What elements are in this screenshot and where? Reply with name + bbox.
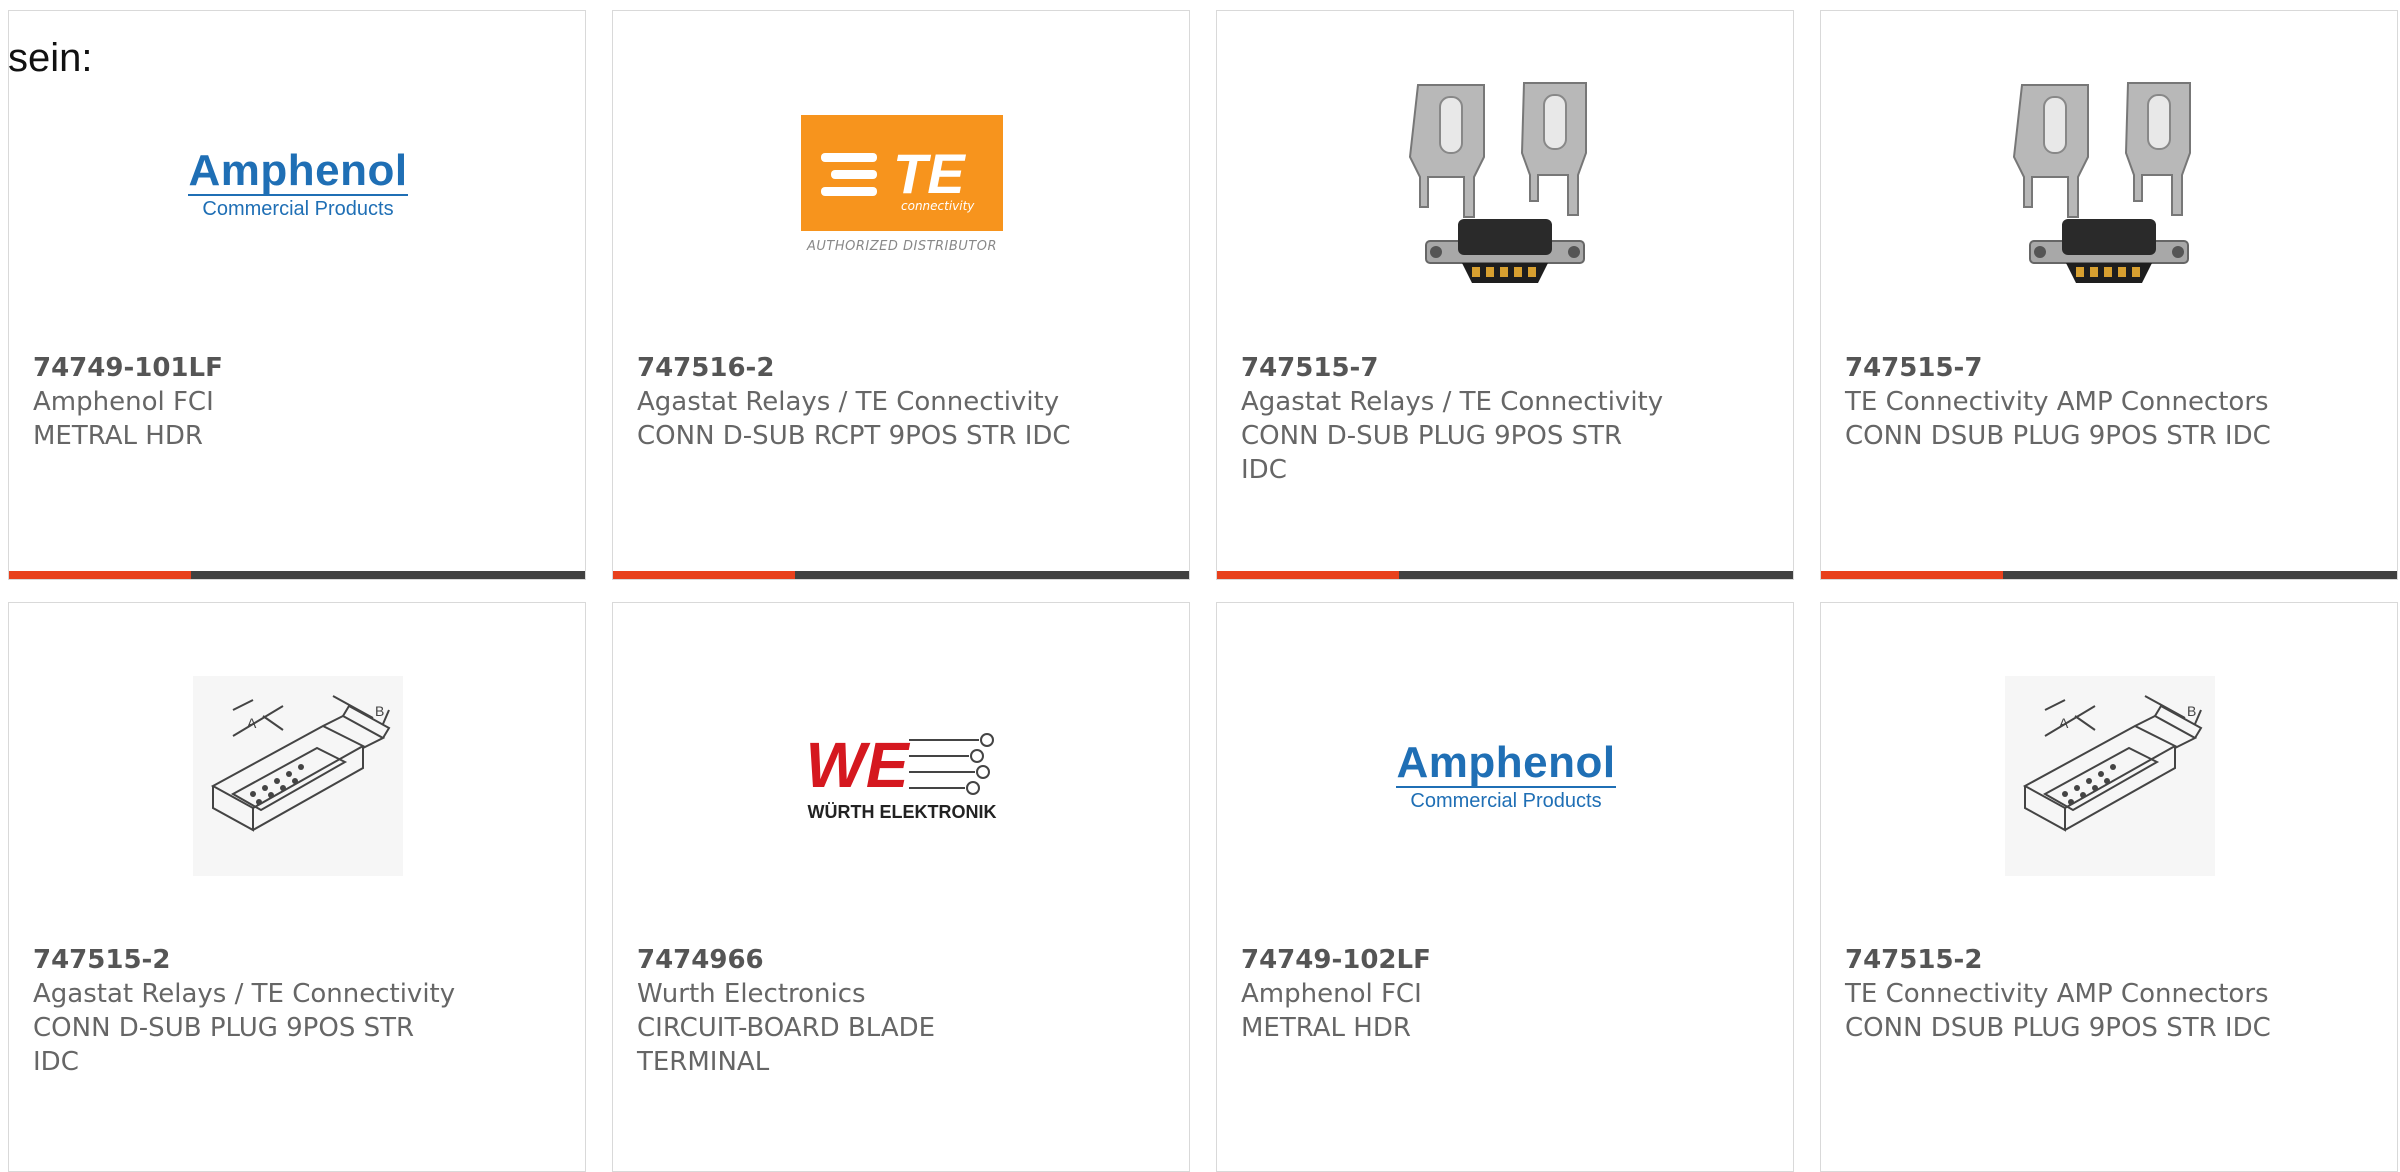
circuit-lines-icon	[908, 732, 994, 795]
product-image[interactable]: Amphenol Commercial Products	[188, 79, 408, 289]
manufacturer: Agastat Relays / TE Connectivity	[637, 387, 1060, 417]
part-number[interactable]: 747515-7	[1845, 351, 2285, 385]
product-card[interactable]: Amphenol Commercial Products 74749-101LF…	[8, 10, 586, 580]
description: CONN D-SUB RCPT 9POS STR IDC	[637, 421, 1071, 451]
description: CIRCUIT-BOARD BLADE TERMINAL	[637, 1013, 936, 1077]
manufacturer: Agastat Relays / TE Connectivity	[1241, 387, 1664, 417]
description: CONN DSUB PLUG 9POS STR IDC	[1845, 421, 2271, 451]
manufacturer: TE Connectivity AMP Connectors	[1845, 387, 2269, 417]
card-bar	[1821, 571, 2397, 579]
part-number[interactable]: 747516-2	[637, 351, 1077, 385]
product-card[interactable]: WE WÜRTH ELEKTRONIK 7474966 Wurth Electr…	[612, 602, 1190, 1172]
description: METRAL HDR	[33, 421, 203, 451]
product-card[interactable]: TE connectivity AUTHORIZED DISTRIBUTOR 7…	[612, 10, 1190, 580]
product-image[interactable]: WE WÜRTH ELEKTRONIK	[797, 671, 1007, 881]
logo-name: Amphenol	[188, 146, 408, 195]
description: CONN D-SUB PLUG 9POS STR IDC	[1241, 421, 1623, 485]
part-number[interactable]: 747515-2	[1845, 943, 2285, 977]
card-bar	[1217, 571, 1793, 579]
card-bar	[613, 571, 1189, 579]
part-number[interactable]: 74749-101LF	[33, 351, 473, 385]
dsub-drawing: A B	[2005, 676, 2215, 876]
product-card[interactable]: 747515-7 TE Connectivity AMP Connectors …	[1820, 10, 2398, 580]
dsub-drawing: A B	[193, 676, 403, 876]
part-number[interactable]: 747515-2	[33, 943, 473, 977]
svg-text:B: B	[2187, 703, 2196, 719]
manufacturer: Amphenol FCI	[33, 387, 214, 417]
logo-subtitle: Commercial Products	[1396, 786, 1616, 812]
svg-text:A: A	[2059, 715, 2069, 731]
product-image[interactable]	[1401, 79, 1611, 289]
product-card[interactable]: Amphenol Commercial Products 74749-102LF…	[1216, 602, 1794, 1172]
product-image[interactable]: Amphenol Commercial Products	[1396, 671, 1616, 881]
amphenol-logo: Amphenol Commercial Products	[1396, 738, 1616, 812]
product-image[interactable]	[2005, 79, 2215, 289]
product-image[interactable]: A B	[193, 671, 403, 881]
part-number[interactable]: 7474966	[637, 943, 1077, 977]
svg-text:B: B	[375, 703, 384, 719]
manufacturer: Wurth Electronics	[637, 979, 866, 1009]
dsub-connector-photo	[1408, 82, 1587, 283]
product-image[interactable]: TE connectivity AUTHORIZED DISTRIBUTOR	[797, 79, 1007, 289]
te-logo: TE connectivity AUTHORIZED DISTRIBUTOR	[801, 114, 1003, 254]
logo-name: TE	[893, 141, 965, 205]
description: CONN D-SUB PLUG 9POS STR IDC	[33, 1013, 415, 1077]
product-card[interactable]: A B 747515-2 Agastat Relays / TE Connect…	[8, 602, 586, 1172]
product-grid: Amphenol Commercial Products 74749-101LF…	[8, 10, 2400, 1172]
part-number[interactable]: 74749-102LF	[1241, 943, 1681, 977]
card-bar	[9, 571, 585, 579]
logo-subtitle: connectivity	[901, 198, 975, 213]
description: METRAL HDR	[1241, 1013, 1411, 1043]
logo-name: Amphenol	[1396, 738, 1616, 787]
product-card[interactable]: 747515-7 Agastat Relays / TE Connectivit…	[1216, 10, 1794, 580]
logo-badge: AUTHORIZED DISTRIBUTOR	[806, 238, 998, 254]
logo-subtitle: Commercial Products	[188, 194, 408, 220]
wurth-logo: WE WÜRTH ELEKTRONIK	[805, 730, 998, 823]
svg-text:A: A	[247, 715, 257, 731]
manufacturer: Amphenol FCI	[1241, 979, 1422, 1009]
intro-text: sein:	[8, 36, 93, 80]
part-number[interactable]: 747515-7	[1241, 351, 1681, 385]
product-card[interactable]: A B 747515-2 TE Connectivity AMP Connect…	[1820, 602, 2398, 1172]
description: CONN DSUB PLUG 9POS STR IDC	[1845, 1013, 2271, 1043]
manufacturer: Agastat Relays / TE Connectivity	[33, 979, 456, 1009]
logo-subtitle: WÜRTH ELEKTRONIK	[807, 801, 997, 822]
manufacturer: TE Connectivity AMP Connectors	[1845, 979, 2269, 1009]
logo-name: WE	[805, 728, 909, 801]
amphenol-logo: Amphenol Commercial Products	[188, 146, 408, 220]
dsub-connector-photo	[2012, 82, 2191, 283]
product-image[interactable]: A B	[2005, 671, 2215, 881]
